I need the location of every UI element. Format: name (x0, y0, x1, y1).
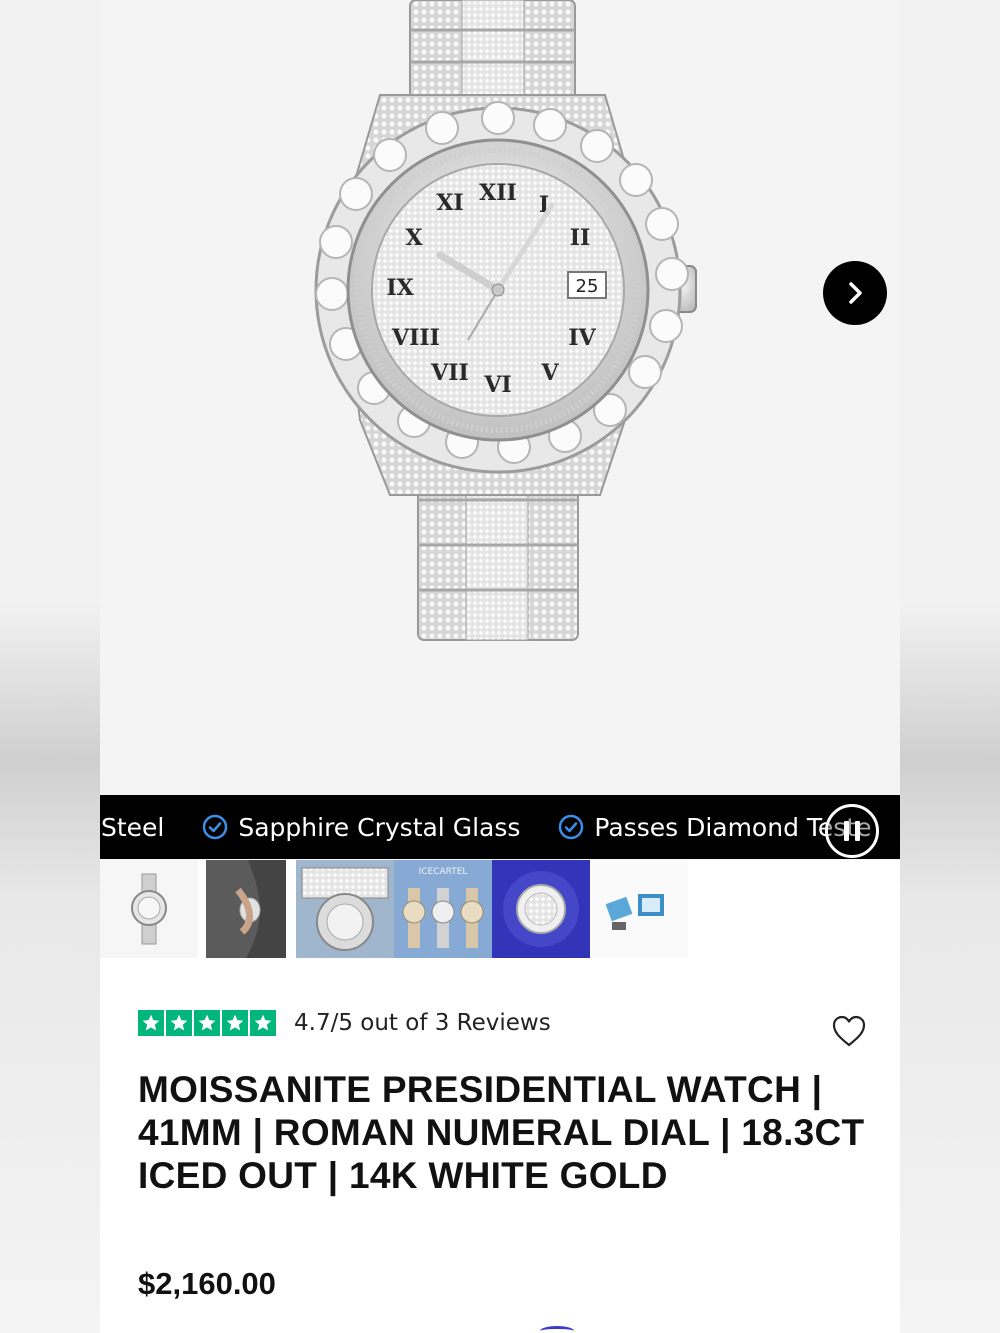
heart-icon (832, 1015, 866, 1047)
star-icon (138, 1010, 164, 1036)
svg-text:IV: IV (568, 325, 596, 351)
svg-text:VI: VI (483, 372, 511, 398)
chevron-right-icon (849, 282, 862, 304)
product-title: MOISSANITE PRESIDENTIAL WATCH | 41MM | R… (138, 1069, 865, 1196)
thumb-watch-front[interactable] (100, 860, 198, 958)
thumbnail-strip: ICECARTEL (100, 860, 900, 958)
thumb-watch-box[interactable] (590, 860, 688, 958)
svg-text:25: 25 (576, 276, 599, 297)
next-image-button[interactable] (823, 261, 887, 325)
thumb-watch-wrist[interactable] (198, 860, 296, 958)
partial-element (540, 1326, 574, 1333)
watch-image: XII I II IV V VI VII VIII IX X XI 25 (314, 0, 697, 641)
svg-text:ICECARTEL: ICECARTEL (419, 867, 468, 877)
svg-text:II: II (570, 225, 591, 251)
ticker-item: Sapphire Crystal Glass (202, 813, 520, 842)
svg-text:IX: IX (386, 275, 414, 301)
check-circle-icon (559, 814, 584, 840)
star-icon (166, 1010, 192, 1036)
thumb-watch-lineup[interactable]: ICECARTEL (394, 860, 492, 958)
product-details: 4.7/5 out of 3 Reviews MOISSANITE PRESID… (100, 958, 900, 1333)
star-icon (250, 1010, 276, 1036)
pause-ticker-button[interactable] (825, 804, 879, 858)
star-icon (194, 1010, 220, 1036)
pause-icon (855, 821, 860, 841)
pause-icon (844, 821, 849, 841)
rating-text[interactable]: 4.7/5 out of 3 Reviews (294, 1010, 551, 1036)
svg-text:VII: VII (430, 360, 469, 386)
trustpilot-stars (138, 1010, 278, 1036)
svg-text:VIII: VIII (391, 325, 440, 351)
check-circle-icon (203, 814, 228, 840)
rating-summary[interactable]: 4.7/5 out of 3 Reviews (138, 1010, 551, 1036)
star-icon (222, 1010, 248, 1036)
svg-text:XII: XII (479, 180, 517, 206)
ticker-item: s Steel (100, 813, 164, 842)
svg-text:X: X (405, 225, 423, 251)
product-image-carousel[interactable]: XII I II IV V VI VII VIII IX X XI 25 (100, 0, 900, 795)
product-price: $2,160.00 (138, 1266, 276, 1301)
feature-ticker: s Steel Sapphire Crystal Glass Passes Di… (100, 795, 900, 859)
wishlist-button[interactable] (831, 1014, 867, 1052)
ticker-label: s Steel (100, 812, 165, 842)
thumb-watch-caseback[interactable] (296, 860, 394, 958)
ticker-label: Sapphire Crystal Glass (238, 812, 521, 842)
thumb-watch-blue[interactable] (492, 860, 590, 958)
svg-text:V: V (540, 360, 559, 386)
svg-text:XI: XI (436, 190, 463, 216)
product-page: XII I II IV V VI VII VIII IX X XI 25 Ste… (100, 0, 900, 1333)
